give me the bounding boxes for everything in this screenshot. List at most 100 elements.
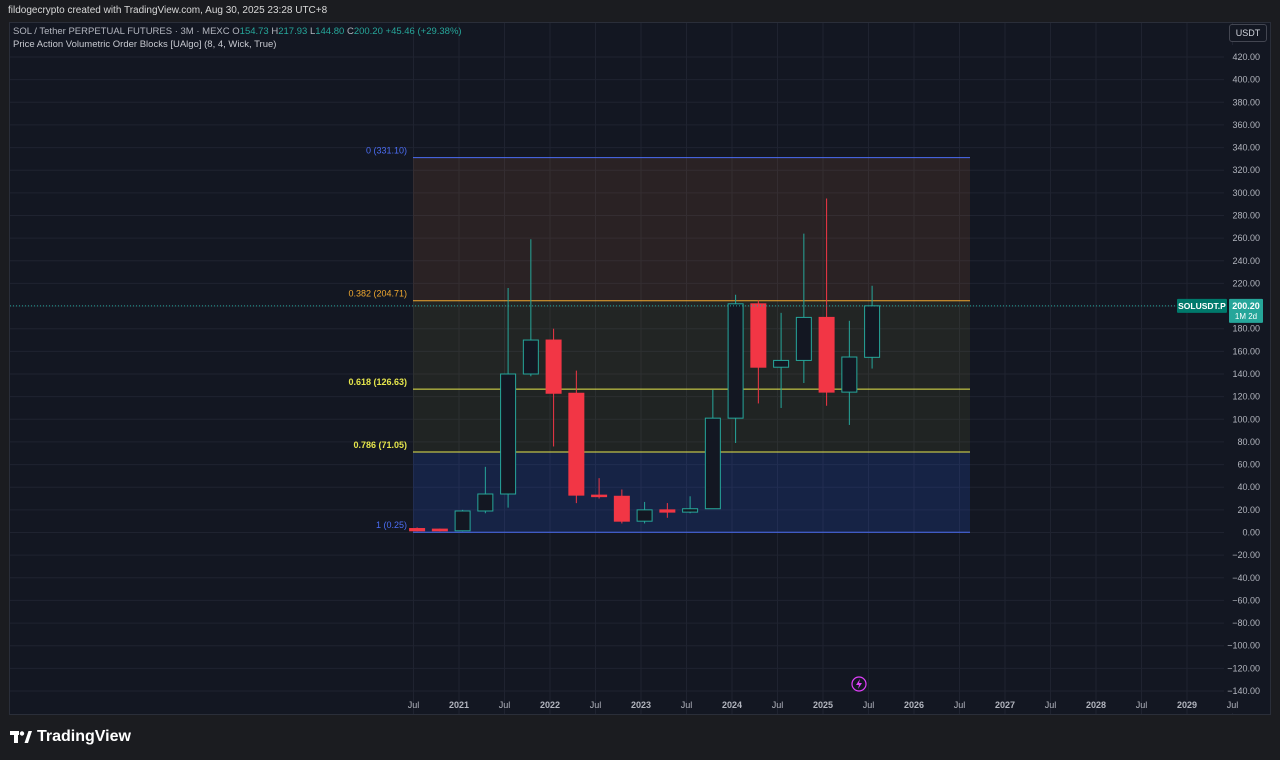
time-tick-label: 2029: [1177, 700, 1197, 710]
time-tick-label: Jul: [954, 700, 966, 710]
legend-symbol-row[interactable]: SOL / Tether PERPETUAL FUTURES · 3M · ME…: [13, 26, 462, 37]
time-tick-label: 2023: [631, 700, 651, 710]
price-tick-label: 360.00: [1232, 120, 1260, 130]
price-tick-label: 180.00: [1232, 324, 1260, 334]
time-tick-label: 2027: [995, 700, 1015, 710]
price-tick-label: 400.00: [1232, 75, 1260, 85]
price-tick-label: 20.00: [1237, 505, 1260, 515]
price-tick-label: 160.00: [1232, 346, 1260, 356]
price-tick-label: 380.00: [1232, 97, 1260, 107]
price-tick-label: −100.00: [1227, 641, 1260, 651]
time-tick-label: Jul: [681, 700, 693, 710]
price-axis: 420.00 400.00 380.00 360.00 340.00 320.00 300.…: [1227, 45, 1270, 713]
candle-body: [773, 359, 790, 368]
fib-level-label: 0.786 (71.05): [353, 440, 407, 450]
price-tick-label: 60.00: [1237, 460, 1260, 470]
tradingview-logo-icon: [10, 731, 32, 743]
candle-body: [795, 316, 812, 361]
open-value: 154.73: [239, 26, 269, 37]
price-tick-label: −40.00: [1232, 573, 1260, 583]
fib-zone: [413, 300, 970, 390]
price-tick-label: 300.00: [1232, 188, 1260, 198]
lightning-icon[interactable]: [851, 676, 867, 692]
price-tick-label: −140.00: [1227, 686, 1260, 696]
candle-body: [682, 508, 699, 513]
candle-body: [750, 303, 767, 368]
time-tick-label: 2028: [1086, 700, 1106, 710]
currency-button[interactable]: USDT: [1229, 24, 1267, 42]
candle: [431, 528, 448, 532]
price-tick-label: 320.00: [1232, 165, 1260, 175]
price-tick-label: 420.00: [1232, 52, 1260, 62]
time-tick-label: Jul: [1136, 700, 1148, 710]
price-tick-label: 140.00: [1232, 369, 1260, 379]
candle-body: [568, 392, 585, 496]
price-tick-label: 280.00: [1232, 211, 1260, 221]
time-tick-label: 2026: [904, 700, 924, 710]
candle-body: [727, 303, 744, 419]
tradingview-logo[interactable]: TradingView: [10, 728, 131, 746]
candle-body: [477, 493, 494, 512]
time-tick-label: 2021: [449, 700, 469, 710]
price-tick-label: −120.00: [1227, 663, 1260, 673]
time-axis: Jul 2021 Jul 2022 Jul 2023 Jul 2024 Jul 2025 Jul 20…: [408, 700, 1239, 710]
time-tick-label: Jul: [408, 700, 420, 710]
symbol-description[interactable]: SOL / Tether PERPETUAL FUTURES · 3M · ME…: [13, 26, 230, 37]
fib-level-label: 1 (0.25): [376, 520, 407, 530]
candle-body: [522, 339, 539, 375]
candle: [454, 509, 471, 532]
time-tick-label: Jul: [772, 700, 784, 710]
candle-body: [864, 305, 881, 358]
indicator-legend[interactable]: Price Action Volumetric Order Blocks [UA…: [13, 39, 276, 50]
price-tick-label: 340.00: [1232, 143, 1260, 153]
symbol-tag-label: SOLUSDT.P: [1178, 301, 1226, 311]
candle-body: [591, 494, 608, 498]
price-tag-value: 200.20: [1232, 301, 1260, 311]
footer: TradingView: [0, 716, 1280, 760]
open-label: O: [232, 26, 240, 37]
price-tick-label: 100.00: [1232, 414, 1260, 424]
time-tick-label: Jul: [1045, 700, 1057, 710]
price-tick-label: 120.00: [1232, 392, 1260, 402]
fib-zone: [413, 452, 970, 533]
price-tick-label: 220.00: [1232, 278, 1260, 288]
price-tick-label: 260.00: [1232, 233, 1260, 243]
chart-canvas[interactable]: 0 (331.10) 0.382 (204.71) 0.618 (126.63) 0.…: [0, 0, 1280, 716]
candle-body: [613, 495, 630, 522]
time-tick-label: 2025: [813, 700, 833, 710]
candle-body: [500, 373, 517, 495]
fib-zone: [413, 157, 970, 301]
high-value: 217.93: [278, 26, 308, 37]
price-tick-label: 0.00: [1242, 528, 1260, 538]
candle-body: [431, 528, 448, 532]
price-tick-label: −60.00: [1232, 595, 1260, 605]
time-tick-label: Jul: [590, 700, 602, 710]
low-value: 144.80: [315, 26, 345, 37]
close-label: C: [346, 26, 354, 37]
candle-body: [545, 339, 562, 394]
candle-body: [636, 509, 653, 522]
candle-body: [659, 509, 676, 513]
fib-level-label: 0 (331.10): [366, 146, 407, 156]
time-tick-label: 2022: [540, 700, 560, 710]
candle-body: [841, 356, 858, 393]
time-tick-label: Jul: [499, 700, 511, 710]
fib-level-label: 0.382 (204.71): [348, 289, 407, 299]
price-tick-label: −80.00: [1232, 618, 1260, 628]
time-tick-label: Jul: [863, 700, 875, 710]
change-value: +45.46 (+29.38%): [385, 26, 462, 37]
price-tick-label: 80.00: [1237, 437, 1260, 447]
fib-zone: [413, 389, 970, 453]
price-tick-label: 40.00: [1237, 482, 1260, 492]
candle-body: [409, 528, 426, 532]
time-tick-label: 2024: [722, 700, 742, 710]
candle-body: [704, 417, 721, 510]
price-tag-countdown: 1M 2d: [1235, 312, 1257, 321]
close-value: 200.20: [353, 26, 383, 37]
candle-body: [818, 316, 835, 393]
candle-body: [454, 510, 471, 532]
price-tick-label: 240.00: [1232, 256, 1260, 266]
time-tick-label: Jul: [1227, 700, 1239, 710]
fib-level-label: 0.618 (126.63): [348, 377, 407, 387]
price-tick-label: −20.00: [1232, 550, 1260, 560]
